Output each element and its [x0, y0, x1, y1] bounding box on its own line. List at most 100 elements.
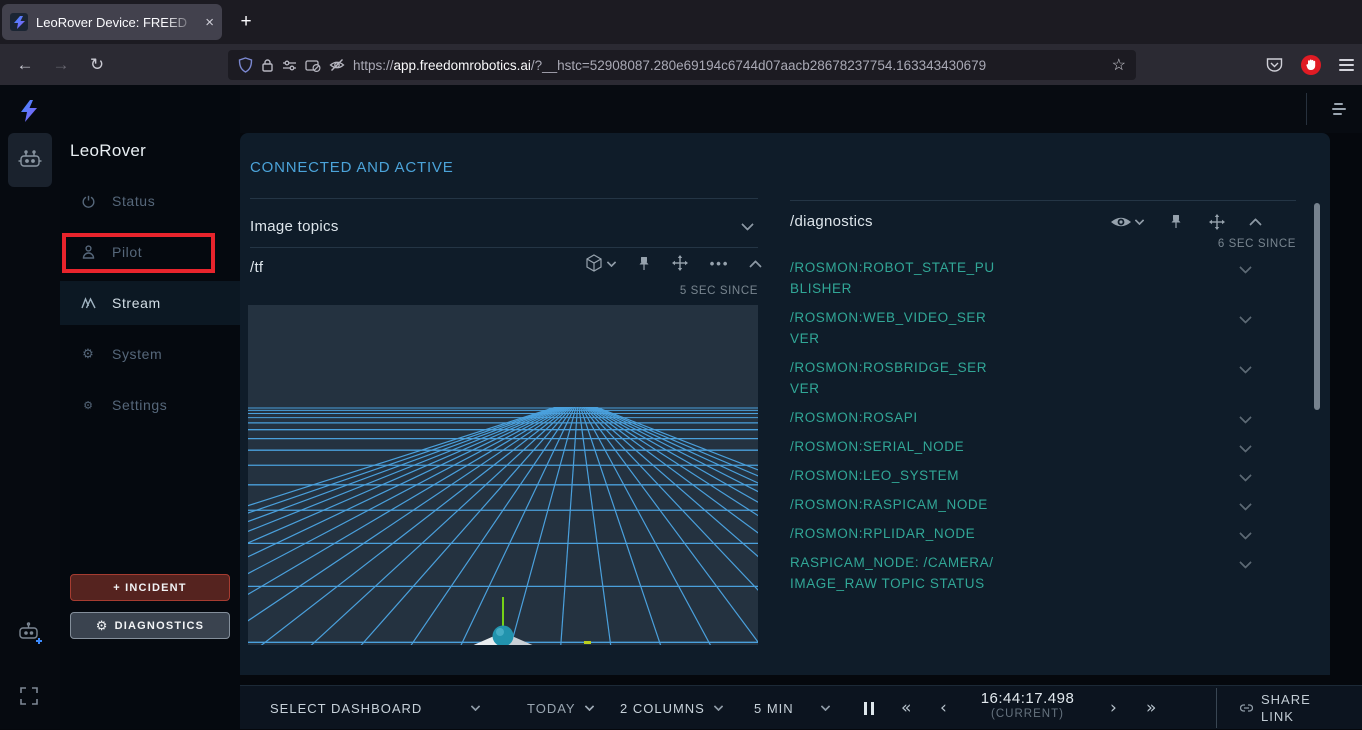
- playback-time-mode: (CURRENT): [965, 708, 1090, 720]
- share-link-button[interactable]: SHARE LINK: [1240, 691, 1311, 725]
- diagnostics-button-label: DIAGNOSTICS: [115, 620, 205, 632]
- select-dashboard-dropdown[interactable]: SELECT DASHBOARD: [270, 686, 479, 730]
- diagnostic-entry[interactable]: /ROSMON:WEB_VIDEO_SERVER: [790, 307, 1296, 349]
- sidebar-item-label: Status: [112, 193, 155, 209]
- visibility-eye-select[interactable]: [1110, 215, 1143, 229]
- stream-wave-icon: [80, 297, 96, 309]
- diagnostic-entry[interactable]: /ROSMON:SERIAL_NODE: [790, 436, 1296, 457]
- url-text[interactable]: https://app.freedomrobotics.ai/?__hstc=5…: [353, 58, 1104, 73]
- back-icon[interactable]: ←: [10, 51, 40, 79]
- fullscreen-expand-icon[interactable]: [20, 687, 38, 705]
- tab-close-icon[interactable]: ×: [205, 14, 214, 31]
- tracking-shield-icon[interactable]: [238, 57, 253, 73]
- link-icon: [1240, 704, 1253, 712]
- diagnostic-entry[interactable]: /ROSMON:RASPICAM_NODE: [790, 494, 1296, 515]
- tf-3d-viewport[interactable]: [248, 305, 758, 645]
- sidebar-item-settings[interactable]: ⚙ Settings: [60, 383, 240, 427]
- diagnostic-entry[interactable]: /ROSMON:ROSBRIDGE_SERVER: [790, 357, 1296, 399]
- sidebar-item-stream[interactable]: Stream: [60, 281, 240, 325]
- date-dropdown[interactable]: TODAY: [527, 686, 593, 730]
- incident-button[interactable]: + INCIDENT: [70, 574, 230, 601]
- sidebar-item-label: Stream: [112, 295, 161, 311]
- pin-icon[interactable]: [1169, 214, 1183, 229]
- connection-status: CONNECTED AND ACTIVE: [250, 159, 454, 176]
- chevron-down-icon[interactable]: [1239, 311, 1252, 324]
- new-tab-button[interactable]: +: [232, 8, 260, 36]
- diagnostics-panel-header: /diagnostics: [790, 213, 1296, 230]
- view-3d-cube-select[interactable]: [584, 253, 615, 273]
- url-bar[interactable]: https://app.freedomrobotics.ai/?__hstc=5…: [228, 50, 1136, 80]
- chevron-down-icon[interactable]: [1239, 261, 1252, 274]
- diagnostic-entry[interactable]: RASPICAM_NODE: /CAMERA/IMAGE_RAW TOPIC S…: [790, 552, 1296, 594]
- add-device-robot-icon[interactable]: [15, 619, 45, 647]
- autoplay-blocked-icon[interactable]: [305, 59, 321, 72]
- power-icon: [80, 195, 96, 208]
- device-robot-icon[interactable]: [8, 133, 52, 187]
- skip-forward-fast-button[interactable]: »: [1146, 686, 1157, 730]
- url-path: /?__hstc=52908087.280e69194c6744d07aacb2…: [531, 58, 986, 73]
- extension-hand-icon[interactable]: [1301, 55, 1321, 75]
- menu-hamburger-icon[interactable]: [1339, 59, 1354, 71]
- diagnostic-entry[interactable]: /ROSMON:RPLIDAR_NODE: [790, 523, 1296, 544]
- sidebar-item-system[interactable]: ⚙ System: [60, 332, 240, 376]
- share-label-line1: SHARE: [1261, 692, 1311, 707]
- chevron-down-icon: [741, 218, 754, 231]
- permissions-sliders-icon[interactable]: [282, 59, 297, 71]
- image-topics-select[interactable]: Image topics: [250, 214, 758, 238]
- diagnostic-entry[interactable]: /ROSMON:LEO_SYSTEM: [790, 465, 1296, 486]
- pin-icon[interactable]: [637, 256, 651, 271]
- pause-button[interactable]: [864, 686, 874, 730]
- url-host: app.freedomrobotics.ai: [394, 58, 531, 73]
- move-icon[interactable]: [1209, 214, 1225, 230]
- playback-time-value: 16:44:17.498: [965, 690, 1090, 707]
- chevron-down-icon: [584, 702, 594, 712]
- bookmark-star-icon[interactable]: ☆: [1112, 55, 1126, 75]
- pilot-person-icon: [80, 245, 96, 259]
- chevron-down-icon[interactable]: [1239, 527, 1252, 540]
- sidebar-item-pilot[interactable]: Pilot: [60, 230, 240, 274]
- chevron-down-icon: [1135, 216, 1145, 226]
- collapse-chevron-up-icon[interactable]: [1249, 218, 1262, 231]
- incident-button-label: + INCIDENT: [113, 582, 186, 594]
- diagnostics-button[interactable]: ⚙ DIAGNOSTICS: [70, 612, 230, 639]
- freedom-logo-lightning-icon[interactable]: [18, 99, 40, 123]
- chevron-down-icon[interactable]: [1239, 498, 1252, 511]
- dashboard-bottom-bar: SELECT DASHBOARD TODAY 2 COLUMNS 5 MIN «…: [240, 685, 1362, 729]
- reload-icon[interactable]: ↻: [82, 51, 112, 79]
- skip-back-fast-button[interactable]: «: [901, 686, 912, 730]
- chevron-down-icon[interactable]: [1239, 469, 1252, 482]
- diagnostics-since-label: 6 SEC SINCE: [1096, 238, 1296, 250]
- chevron-down-icon[interactable]: [1239, 361, 1252, 374]
- skip-forward-button[interactable]: ›: [1110, 686, 1118, 730]
- eye-blocked-icon[interactable]: [329, 58, 345, 72]
- lock-icon[interactable]: [261, 58, 274, 73]
- tf-since-label: 5 SEC SINCE: [558, 285, 758, 297]
- gears-icon: ⚙: [96, 618, 109, 634]
- app-top-bar: [60, 85, 1362, 133]
- bottom-bar-divider: [1216, 688, 1217, 728]
- chevron-down-icon[interactable]: [1239, 411, 1252, 424]
- chevron-down-icon[interactable]: [1239, 556, 1252, 569]
- more-options-icon[interactable]: •••: [710, 256, 730, 271]
- diagnostic-entry[interactable]: /ROSMON:ROBOT_STATE_PUBLISHER: [790, 257, 1296, 299]
- settings-gear-icon: ⚙: [80, 399, 96, 412]
- sidebar-item-status[interactable]: Status: [60, 179, 240, 223]
- diagnostic-entry[interactable]: /ROSMON:ROSAPI: [790, 407, 1296, 428]
- pocket-icon[interactable]: [1266, 57, 1283, 73]
- collapse-chevron-up-icon[interactable]: [749, 259, 762, 272]
- chevron-down-icon: [713, 702, 723, 712]
- columns-dropdown[interactable]: 2 COLUMNS: [620, 686, 722, 730]
- move-icon[interactable]: [672, 255, 688, 271]
- diagnostics-scrollbar[interactable]: [1314, 203, 1320, 410]
- browser-tab[interactable]: LeoRover Device: FREED ×: [2, 4, 222, 40]
- device-content-panel: CONNECTED AND ACTIVE Image topics /tf ••…: [240, 133, 1330, 675]
- skip-back-button[interactable]: ‹: [940, 686, 948, 730]
- chevron-down-icon[interactable]: [1239, 440, 1252, 453]
- diagnostics-panel-title: /diagnostics: [790, 213, 873, 230]
- forward-icon[interactable]: →: [46, 51, 76, 79]
- interval-dropdown[interactable]: 5 MIN: [754, 686, 829, 730]
- tf-panel-toolbar: •••: [584, 253, 760, 273]
- date-label: TODAY: [527, 701, 576, 716]
- sort-filter-icon[interactable]: [1332, 103, 1346, 115]
- playback-time: 16:44:17.498 (CURRENT): [965, 690, 1090, 720]
